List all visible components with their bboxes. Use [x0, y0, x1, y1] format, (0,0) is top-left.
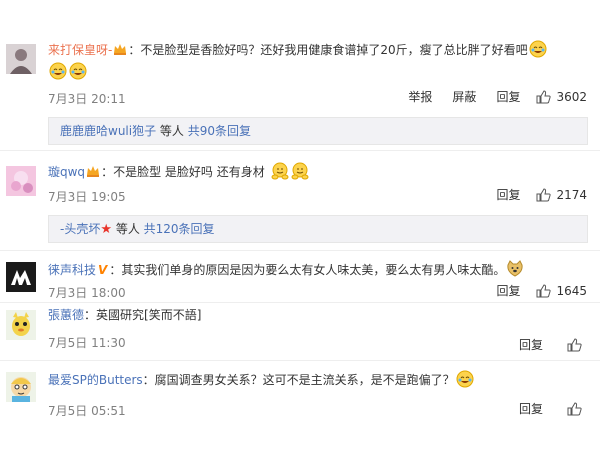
reply-button[interactable]: 回复: [496, 88, 520, 105]
report-button[interactable]: 举报: [408, 88, 432, 105]
comment-timestamp: 7月3日 20:11: [48, 92, 126, 106]
username-link[interactable]: 徕声科技: [48, 263, 96, 277]
username-link[interactable]: 来打保皇呀-: [48, 43, 112, 57]
username-link[interactable]: 張蕙德: [48, 308, 84, 322]
like-count: 3602: [556, 89, 587, 104]
laughing-face-emoji-icon: [69, 62, 87, 80]
avatar[interactable]: [6, 44, 36, 74]
avatar-image: [6, 166, 36, 196]
comment-text: ：英國研究[笑而不語]: [84, 308, 202, 322]
avatar[interactable]: [6, 310, 36, 340]
thumbs-up-icon: [536, 89, 552, 103]
laughing-face-emoji-icon: [529, 40, 547, 58]
avatar-image: [6, 310, 36, 340]
divider: [0, 150, 600, 151]
avatar[interactable]: [6, 262, 36, 292]
comment-timestamp: 7月5日 11:30: [48, 336, 126, 350]
reply-names[interactable]: 鹿鹿鹿哈wuli狍子: [60, 124, 156, 138]
divider: [0, 302, 600, 303]
hugging-face-emoji-icon: [291, 162, 309, 180]
reply-middle-text: 等人: [156, 124, 188, 138]
top-strip: [0, 0, 600, 30]
divider: [0, 250, 600, 251]
like-count: 2174: [556, 187, 587, 202]
avatar-image: [6, 372, 36, 402]
reply-count-link[interactable]: 共120条回复: [144, 222, 215, 236]
like-button[interactable]: [567, 401, 587, 416]
comment-content: 徕声科技 V ：其实我们单身的原因是因为要么太有女人味太美，要么太有男人味太酷。: [48, 260, 525, 279]
laughing-face-emoji-icon: [456, 370, 474, 388]
member-crown-icon: [86, 164, 100, 177]
comment-text: ：不是脸型是香脸好吗？还好我用健康食谱掉了20斤，瘦了总比胖了好看吧: [128, 43, 528, 57]
comment-content: 張蕙德：英國研究[笑而不語]: [48, 306, 201, 324]
star-icon: ★: [100, 222, 112, 237]
comment-timestamp: 7月3日 19:05: [48, 190, 126, 204]
comment-text: ：腐国调查男女关系？这可不是主流关系，是不是跑偏了？: [142, 373, 455, 387]
reply-names[interactable]: -头壳坏: [60, 222, 100, 236]
like-button[interactable]: 3602: [536, 90, 587, 104]
laughing-face-emoji-icon: [49, 62, 67, 80]
avatar-image: [6, 262, 36, 292]
reply-button[interactable]: 回复: [519, 400, 543, 417]
comment-actions: 回复: [499, 336, 587, 353]
comment-text: ：不是脸型 是脸好吗 还有身材: [101, 165, 265, 179]
comment-content: 最爱SP的Butters：腐国调查男女关系？这可不是主流关系，是不是跑偏了？: [48, 370, 475, 389]
comment-actions: 回复 2174: [476, 186, 587, 203]
thumbs-up-icon: [567, 401, 582, 415]
member-crown-icon: [113, 42, 127, 55]
like-button[interactable]: [567, 337, 587, 352]
avatar[interactable]: [6, 166, 36, 196]
thumbs-up-icon: [567, 337, 582, 351]
verified-v-icon: V: [98, 263, 108, 277]
reply-summary[interactable]: 鹿鹿鹿哈wuli狍子 等人 共90条回复: [48, 117, 588, 145]
hugging-face-emoji-icon: [271, 162, 289, 180]
weibo-comment-list: 来打保皇呀- ：不是脸型是香脸好吗？还好我用健康食谱掉了20斤，瘦了总比胖了好看吧…: [0, 0, 600, 450]
like-count: 1645: [556, 283, 587, 298]
comment-actions: 回复: [499, 400, 587, 417]
like-button[interactable]: 2174: [536, 188, 587, 202]
username-link[interactable]: 璇qwq: [48, 165, 85, 179]
comment-content: 璇qwq ：不是脸型 是脸好吗 还有身材: [48, 162, 310, 181]
reply-middle-text: 等人: [112, 222, 144, 236]
reply-count-link[interactable]: 共90条回复: [188, 124, 251, 138]
comment-text: ：其实我们单身的原因是因为要么太有女人味太美，要么太有男人味太酷。: [109, 263, 506, 277]
avatar-image: [6, 44, 36, 74]
divider: [0, 360, 600, 361]
bottom-strip: [0, 425, 600, 450]
reply-button[interactable]: 回复: [496, 282, 520, 299]
like-button[interactable]: 1645: [536, 284, 587, 298]
comment-actions: 回复 1645: [476, 282, 587, 299]
thumbs-up-icon: [536, 283, 552, 297]
comment-emoji-row: [48, 62, 88, 81]
doge-emoji-icon: [506, 260, 524, 278]
block-button[interactable]: 屏蔽: [452, 88, 476, 105]
comment-content: 来打保皇呀- ：不是脸型是香脸好吗？还好我用健康食谱掉了20斤，瘦了总比胖了好看吧: [48, 40, 548, 59]
reply-summary[interactable]: -头壳坏★ 等人 共120条回复: [48, 215, 588, 243]
avatar[interactable]: [6, 372, 36, 402]
reply-button[interactable]: 回复: [519, 336, 543, 353]
comment-timestamp: 7月3日 18:00: [48, 286, 126, 300]
username-link[interactable]: 最爱SP的Butters: [48, 373, 143, 387]
comment-actions: 举报 屏蔽 回复 3602: [388, 88, 587, 105]
reply-button[interactable]: 回复: [496, 186, 520, 203]
thumbs-up-icon: [536, 187, 552, 201]
comment-timestamp: 7月5日 05:51: [48, 404, 126, 418]
